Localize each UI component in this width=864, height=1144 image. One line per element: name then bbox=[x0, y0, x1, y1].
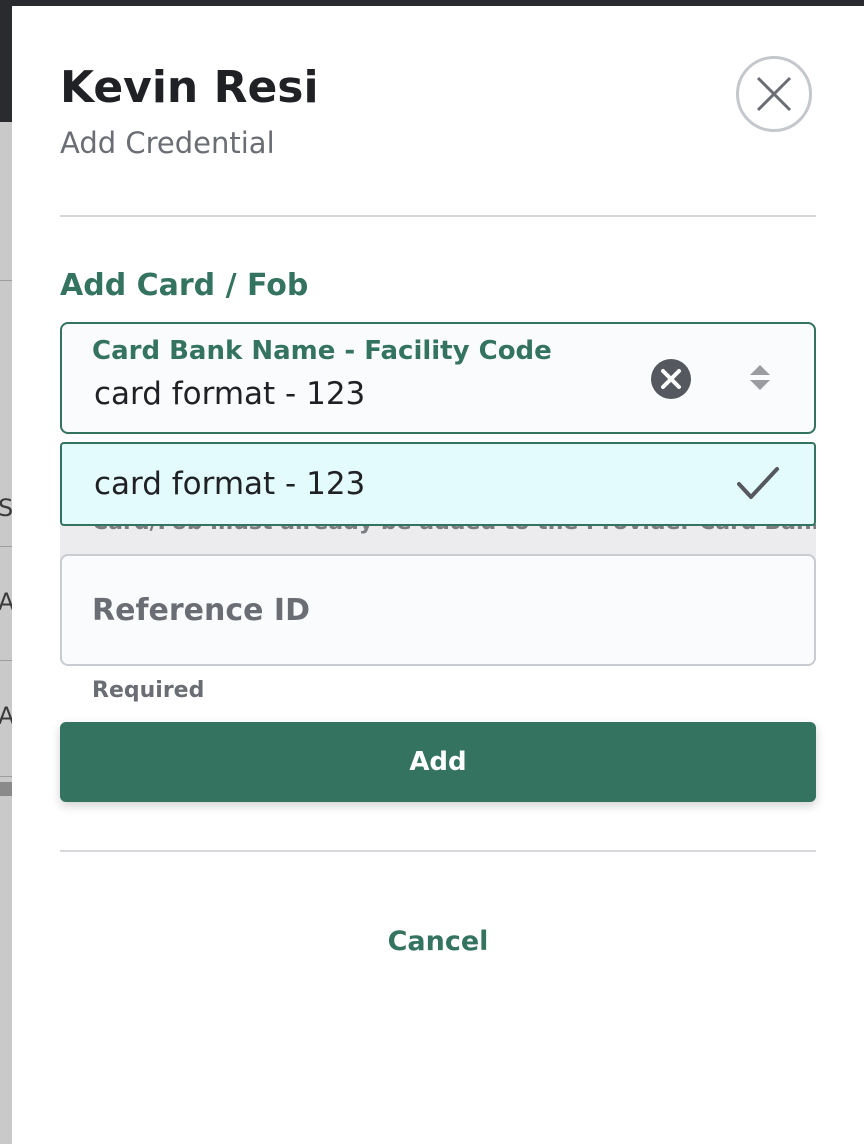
clear-selection-icon[interactable] bbox=[650, 358, 692, 400]
card-bank-select-value: card format - 123 bbox=[94, 376, 366, 412]
reference-id-input[interactable] bbox=[60, 554, 816, 666]
page-subtitle: Add Credential bbox=[60, 126, 275, 160]
option-label: card format - 123 bbox=[94, 466, 366, 502]
card-bank-select[interactable]: Card Bank Name - Facility Code card form… bbox=[60, 322, 816, 434]
background-page: S A A bbox=[0, 0, 14, 1144]
footer-divider bbox=[60, 850, 816, 852]
required-helper: Required bbox=[92, 678, 205, 703]
header-divider bbox=[60, 215, 816, 217]
background-divider bbox=[0, 776, 12, 777]
background-divider bbox=[0, 546, 12, 547]
background-divider bbox=[0, 660, 12, 661]
close-icon bbox=[756, 76, 792, 112]
cancel-button[interactable]: Cancel bbox=[338, 918, 538, 964]
add-credential-panel: Kevin Resi Add Credential Add Card / Fob… bbox=[12, 6, 864, 1144]
add-button[interactable]: Add bbox=[60, 722, 816, 802]
section-title: Add Card / Fob bbox=[60, 268, 309, 303]
card-bank-select-label: Card Bank Name - Facility Code bbox=[92, 336, 552, 366]
sort-arrows-icon[interactable] bbox=[748, 364, 772, 392]
background-header bbox=[0, 0, 12, 122]
background-divider bbox=[0, 280, 12, 281]
background-scrollbar bbox=[0, 782, 12, 796]
page-title: Kevin Resi bbox=[60, 62, 319, 113]
card-bank-dropdown-option[interactable]: card format - 123 bbox=[60, 442, 816, 526]
checkmark-icon bbox=[737, 467, 779, 499]
close-button[interactable] bbox=[736, 56, 812, 132]
